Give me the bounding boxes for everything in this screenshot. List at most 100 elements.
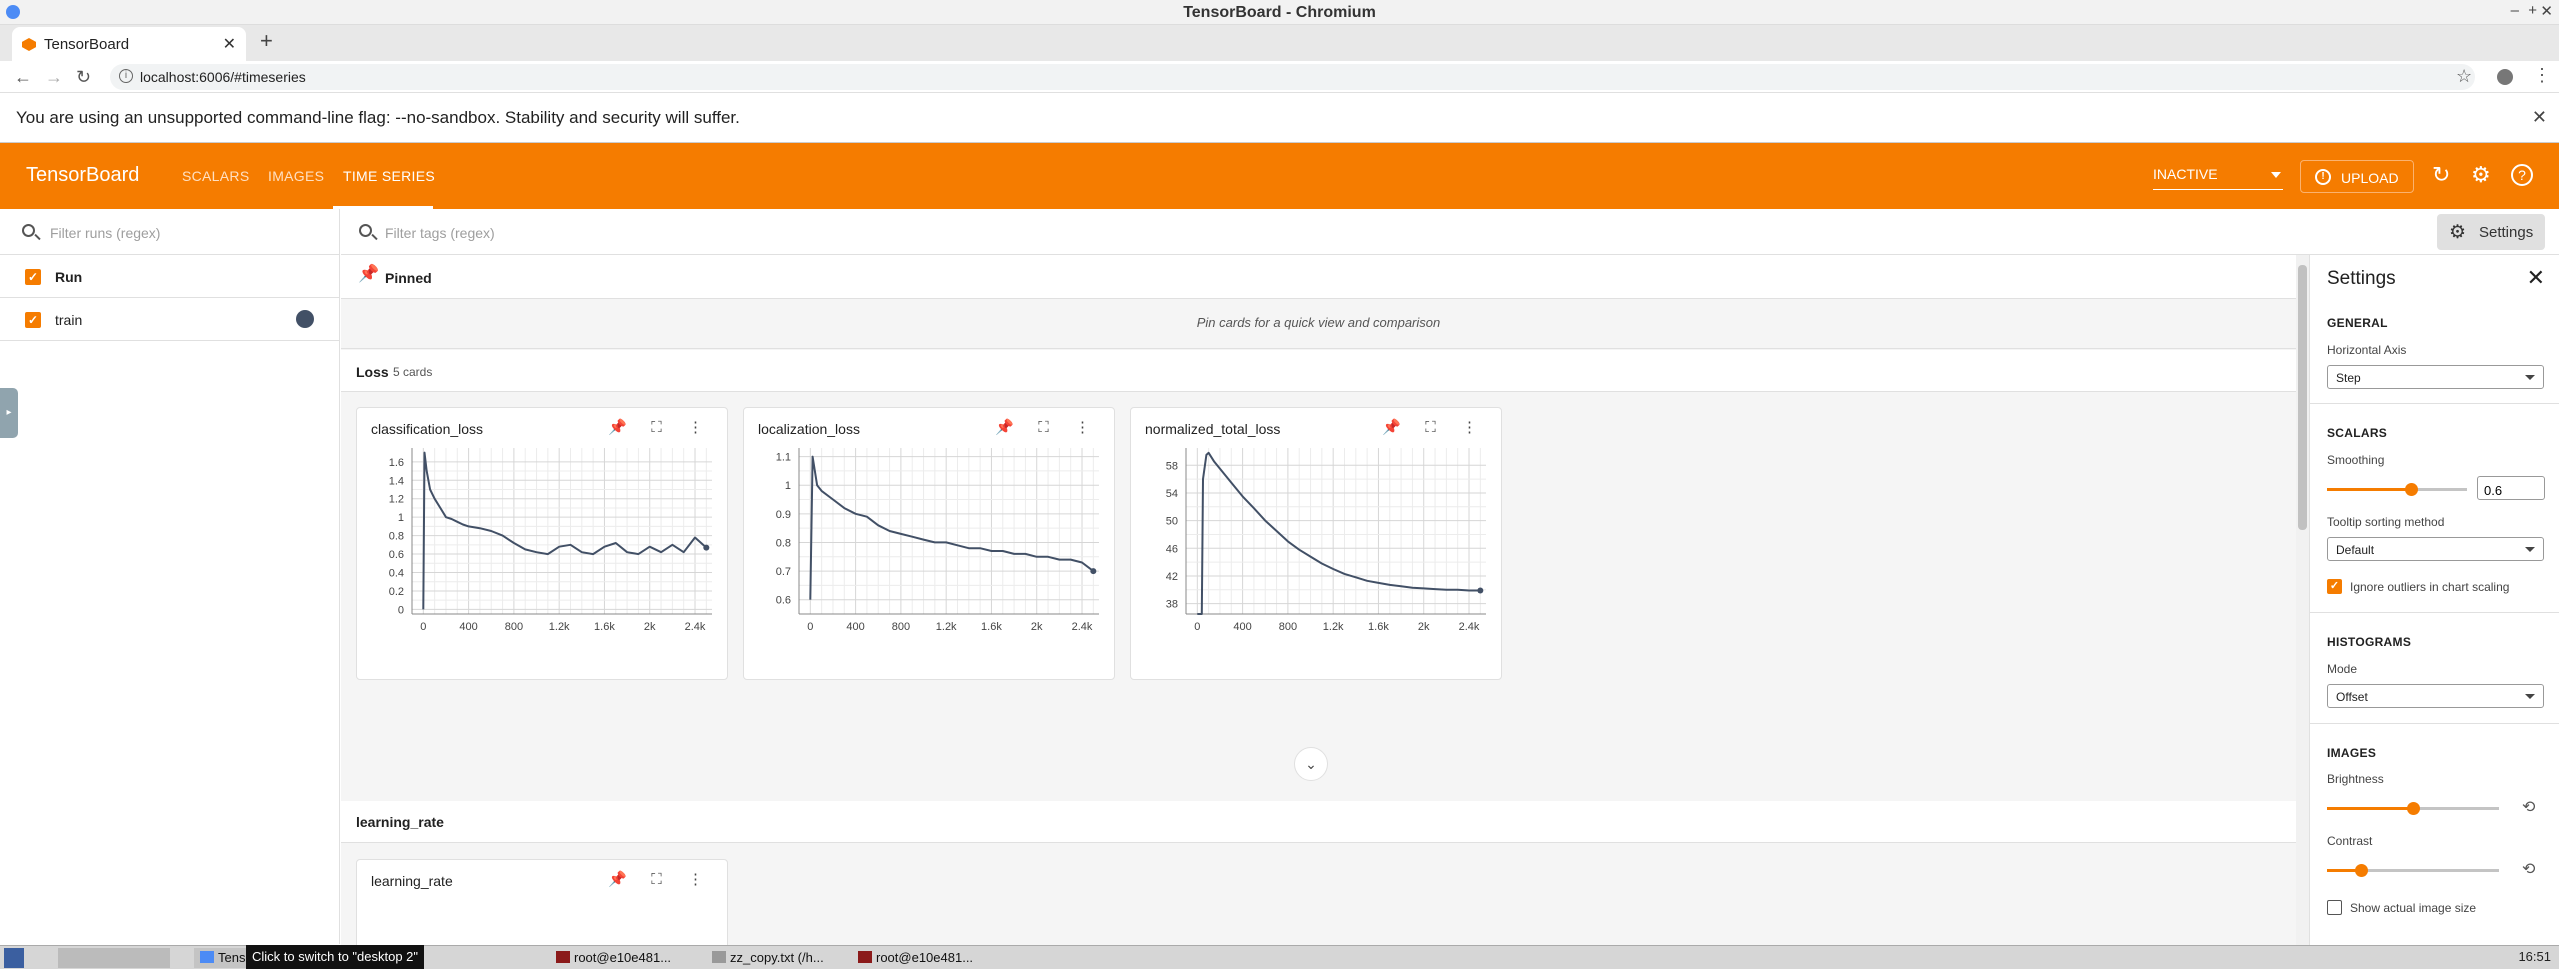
- group-header-learning-rate[interactable]: learning_rate: [341, 801, 2296, 843]
- gear-icon[interactable]: ⚙: [2471, 162, 2491, 188]
- pin-card-icon[interactable]: 📌: [985, 418, 1024, 436]
- close-tab-icon[interactable]: ✕: [223, 34, 236, 54]
- scalar-card[interactable]: normalized_total_loss 📌 ⛶ ⋮ 0 400 800 1.2k 1.6…: [1130, 407, 1502, 680]
- pin-icon: 📌: [358, 264, 380, 283]
- tooltip-sort-select[interactable]: Default: [2327, 537, 2544, 561]
- slider-knob[interactable]: [2355, 864, 2369, 877]
- run-filter-input[interactable]: Filter runs (regex): [50, 225, 160, 241]
- new-tab-icon[interactable]: +: [260, 28, 273, 54]
- bookmark-star-icon[interactable]: ☆: [2456, 66, 2472, 87]
- y-tick-label: 0.7: [776, 566, 791, 578]
- slider-knob[interactable]: [2407, 802, 2420, 815]
- run-color-swatch[interactable]: [296, 310, 314, 328]
- browser-menu-icon[interactable]: ⋮: [2533, 65, 2551, 86]
- y-tick-label: 1.2: [389, 494, 404, 506]
- tab-scalars[interactable]: SCALARS: [182, 168, 249, 184]
- x-tick-label: 800: [892, 621, 910, 633]
- actual-size-checkbox[interactable]: [2327, 900, 2342, 915]
- minimize-icon[interactable]: –: [2511, 2, 2519, 19]
- fullscreen-icon[interactable]: ⛶: [637, 419, 676, 436]
- pin-card-icon[interactable]: 📌: [1372, 418, 1411, 436]
- more-options-icon[interactable]: ⋮: [1450, 418, 1489, 436]
- more-options-icon[interactable]: ⋮: [676, 870, 715, 888]
- taskbar-item-label: root@e10e481...: [574, 950, 672, 965]
- y-tick-label: 38: [1166, 599, 1178, 611]
- more-options-icon[interactable]: ⋮: [676, 418, 715, 436]
- chart-plot[interactable]: 0 400 800 1.2k 1.6k 2k 2.4k 38 42 46 50 54 58: [1131, 448, 1503, 680]
- scrollbar-thumb[interactable]: [2298, 265, 2307, 530]
- tab-images[interactable]: IMAGES: [268, 168, 324, 184]
- tag-filter-input[interactable]: Filter tags (regex): [385, 225, 495, 241]
- infobar-close-icon[interactable]: ✕: [2532, 107, 2547, 128]
- contrast-slider[interactable]: [2327, 864, 2499, 877]
- maximize-icon[interactable]: +: [2528, 2, 2537, 19]
- x-tick-label: 2k: [1418, 621, 1430, 633]
- run-row-train[interactable]: ✓ train: [0, 298, 340, 341]
- pin-card-icon[interactable]: 📌: [598, 870, 637, 888]
- mode-value: Offset: [2336, 690, 2368, 704]
- scalar-card[interactable]: learning_rate 📌 ⛶ ⋮: [356, 859, 728, 945]
- refresh-icon[interactable]: ↻: [2432, 162, 2450, 188]
- contrast-label: Contrast: [2327, 834, 2373, 848]
- fullscreen-icon[interactable]: ⛶: [1024, 419, 1063, 436]
- forward-icon[interactable]: →: [45, 67, 63, 88]
- smoothing-slider[interactable]: [2327, 483, 2467, 496]
- runs-sidebar: Filter runs (regex) ✓ Run ✓ train: [0, 209, 340, 944]
- card-title: classification_loss: [371, 421, 484, 437]
- smoothing-label: Smoothing: [2327, 453, 2385, 467]
- browser-tab[interactable]: TensorBoard ✕: [12, 27, 246, 61]
- settings-button-label: Settings: [2479, 224, 2534, 241]
- y-tick-label: 0.2: [389, 586, 404, 598]
- start-menu-icon[interactable]: [4, 948, 24, 968]
- more-options-icon[interactable]: ⋮: [1063, 418, 1102, 436]
- y-tick-label: 58: [1166, 460, 1178, 472]
- reload-page-icon[interactable]: ↻: [76, 67, 91, 88]
- sidebar-expand-handle[interactable]: ▸: [0, 388, 18, 438]
- window-titlebar: TensorBoard - Chromium – + ✕: [0, 0, 2559, 25]
- profile-avatar-icon[interactable]: [2497, 69, 2513, 85]
- mode-select[interactable]: Offset: [2327, 684, 2544, 708]
- x-tick-label: 2k: [644, 621, 656, 633]
- group-header-loss[interactable]: Loss 5 cards: [341, 350, 2296, 392]
- run-filter[interactable]: Filter runs (regex): [0, 209, 340, 255]
- site-info-icon[interactable]: i: [119, 69, 133, 83]
- series-end-point: [1090, 568, 1097, 575]
- fullscreen-icon[interactable]: ⛶: [637, 871, 676, 888]
- help-icon[interactable]: ?: [2511, 164, 2533, 186]
- pin-card-icon[interactable]: 📌: [598, 418, 637, 436]
- brightness-slider[interactable]: [2327, 802, 2499, 815]
- chart-plot[interactable]: 0 400 800 1.2k 1.6k 2k 2.4k 0 0.2 0.4 0.6 0.8 1 1.2 1.…: [357, 448, 729, 680]
- upload-button[interactable]: ! UPLOAD: [2300, 160, 2414, 193]
- taskbar-item[interactable]: root@e10e481...: [556, 948, 706, 968]
- fullscreen-icon[interactable]: ⛶: [1411, 419, 1450, 436]
- taskbar-item[interactable]: root@e10e481...: [858, 948, 1008, 968]
- scalar-card[interactable]: localization_loss 📌 ⛶ ⋮ 0 400 800 1.2k 1.6k 2k 2…: [743, 407, 1115, 680]
- taskbar-item[interactable]: zz_copy.txt (/h...: [712, 948, 862, 968]
- expand-group-button[interactable]: ⌄: [1294, 747, 1328, 781]
- close-window-icon[interactable]: ✕: [2540, 2, 2553, 20]
- ignore-outliers-checkbox[interactable]: ✓: [2327, 579, 2342, 594]
- horizontal-axis-select[interactable]: Step: [2327, 365, 2544, 389]
- checkbox-all-runs[interactable]: ✓: [25, 269, 41, 285]
- settings-toggle-button[interactable]: ⚙ Settings: [2437, 214, 2545, 250]
- tab-time-series[interactable]: TIME SERIES: [343, 168, 435, 184]
- reset-brightness-icon[interactable]: ⟲: [2522, 797, 2535, 817]
- smoothing-input[interactable]: [2477, 476, 2545, 500]
- desktop-switcher[interactable]: [58, 948, 170, 968]
- settings-title: Settings: [2327, 268, 2396, 289]
- chart-plot[interactable]: 0 400 800 1.2k 1.6k 2k 2.4k 0.6 0.7 0.8 0.9 1 1.1: [744, 448, 1116, 680]
- scalar-card[interactable]: classification_loss 📌 ⛶ ⋮ 0 400 800 1.2k 1.6k 2…: [356, 407, 728, 680]
- close-icon[interactable]: ✕: [2527, 265, 2545, 291]
- main-scrollbar[interactable]: [2296, 255, 2309, 945]
- tab-strip: TensorBoard ✕: [0, 25, 2559, 61]
- back-icon[interactable]: ←: [14, 67, 32, 88]
- reset-contrast-icon[interactable]: ⟲: [2522, 859, 2535, 879]
- checkbox-train[interactable]: ✓: [25, 312, 41, 328]
- address-bar[interactable]: i localhost:6006/#timeseries: [110, 64, 2475, 90]
- tensorboard-favicon: [22, 38, 36, 51]
- reload-status-select[interactable]: INACTIVE: [2153, 166, 2283, 190]
- run-row-header[interactable]: ✓ Run: [0, 255, 340, 298]
- histograms-header: HISTOGRAMS: [2327, 635, 2412, 649]
- reload-status-value: INACTIVE: [2153, 166, 2218, 182]
- slider-knob[interactable]: [2405, 483, 2418, 496]
